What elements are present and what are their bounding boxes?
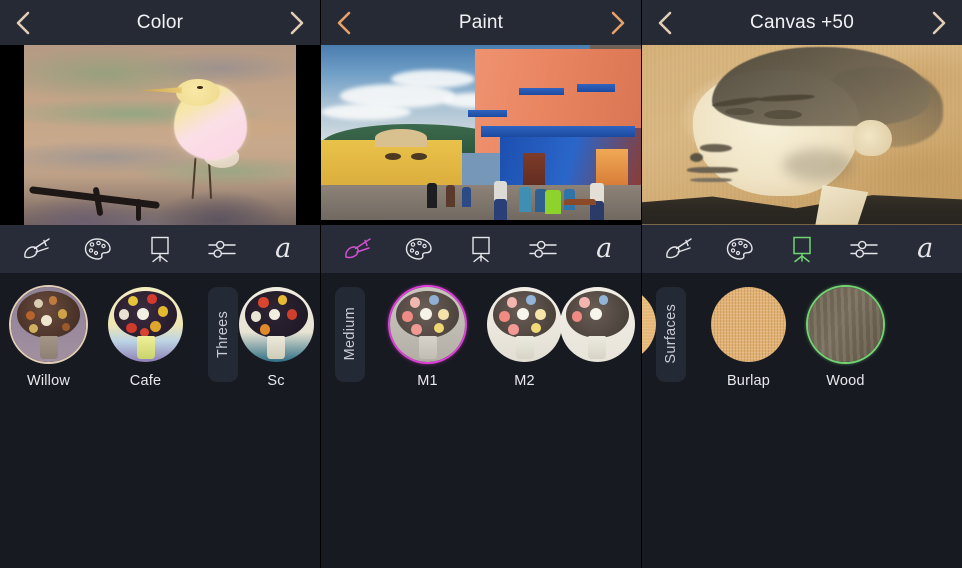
preset-thumb-wood[interactable]: [806, 284, 885, 364]
chevron-left-icon: [658, 11, 672, 34]
tool-adjust-canvas[interactable]: [841, 229, 887, 269]
preset-label-wood: Wood: [826, 372, 865, 389]
preset-thumb-cafe[interactable]: [106, 285, 185, 364]
easel-icon: [472, 236, 490, 262]
next-button-paint[interactable]: [595, 0, 641, 45]
preset-thumb-m1[interactable]: [388, 284, 467, 364]
preset-label-burlap: Burlap: [726, 372, 771, 389]
preset-item-m1[interactable]: M1: [379, 284, 476, 389]
next-button-canvas[interactable]: [916, 0, 962, 45]
separator-label-medium: Medium: [342, 307, 358, 361]
chevron-right-icon: [290, 11, 304, 34]
chevron-right-icon: [611, 11, 625, 34]
panel-paint-title: Paint: [458, 11, 504, 33]
preset-thumb-m2[interactable]: [485, 285, 564, 364]
tool-adjust-paint[interactable]: [520, 229, 566, 269]
preset-thumb-willow[interactable]: [9, 284, 88, 364]
panel-color-header: Color: [0, 0, 320, 45]
panel-color-title: Color: [136, 11, 184, 33]
easel-icon: [151, 236, 169, 262]
palette-icon: [85, 237, 112, 260]
sliders-icon: [849, 240, 878, 258]
panel-canvas-strip[interactable]: Surfaces Burlap Wood: [642, 272, 962, 568]
tool-canvas-paint[interactable]: [458, 229, 504, 269]
prev-button-paint[interactable]: [321, 0, 367, 45]
chevron-left-icon: [16, 11, 30, 34]
tool-text-paint[interactable]: a: [581, 229, 627, 269]
panel-paint-strip[interactable]: Medium M1 M2: [321, 272, 641, 568]
artwork-pastel-bird[interactable]: [0, 45, 320, 225]
tool-adjust-color[interactable]: [199, 229, 245, 269]
sliders-icon: [528, 240, 557, 258]
preset-label-sc: Sc: [267, 372, 285, 389]
tool-text-canvas[interactable]: a: [902, 229, 948, 269]
panel-canvas-header: Canvas +50: [642, 0, 962, 45]
preset-item-m3[interactable]: [559, 285, 635, 373]
chevron-right-icon: [932, 11, 946, 34]
tool-brush-paint[interactable]: [335, 229, 381, 269]
tool-canvas-color[interactable]: [137, 229, 183, 269]
panel-paint-toolbar: a: [321, 224, 641, 273]
artwork-colonial-street[interactable]: [321, 45, 641, 225]
preset-label-cafe: Cafe: [129, 372, 162, 389]
panel-color: Color a Willow Cafe Threes Sc: [0, 0, 321, 568]
panel-color-toolbar: a: [0, 224, 320, 273]
artwork-sepia-portrait[interactable]: [642, 45, 962, 225]
preset-item-m2[interactable]: M2: [476, 285, 573, 389]
panel-paint: Paint a Medium M1 M2: [321, 0, 642, 568]
palette-icon: [406, 237, 433, 260]
panel-canvas-toolbar: a: [642, 224, 962, 273]
chevron-left-icon: [337, 11, 351, 34]
preset-label-m2: M2: [514, 372, 535, 389]
preset-separator-medium: Medium: [321, 285, 379, 382]
tool-brush-canvas[interactable]: [656, 229, 702, 269]
tool-brush-color[interactable]: [14, 229, 60, 269]
preset-thumb-canvas-partial[interactable]: [642, 285, 658, 364]
brush-icon: [23, 237, 50, 258]
panel-canvas-title: Canvas +50: [750, 11, 854, 33]
tool-palette-color[interactable]: [75, 229, 121, 269]
preset-item-sc[interactable]: Sc: [238, 285, 314, 389]
text-a-icon: a: [917, 233, 934, 264]
preset-item-burlap[interactable]: Burlap: [700, 285, 797, 389]
preset-thumb-burlap[interactable]: [709, 285, 788, 364]
tool-palette-canvas[interactable]: [717, 229, 763, 269]
preset-thumb-sc[interactable]: [237, 285, 316, 364]
tool-text-color[interactable]: a: [260, 229, 306, 269]
three-panel-comparison: Color a Willow Cafe Threes Sc Paint a Me…: [0, 0, 962, 568]
preset-item-willow[interactable]: Willow: [0, 284, 97, 389]
tool-palette-paint[interactable]: [396, 229, 442, 269]
easel-icon: [793, 236, 811, 262]
tool-canvas-canvas[interactable]: [779, 229, 825, 269]
text-a-icon: a: [275, 233, 292, 264]
preset-label-willow: Willow: [26, 372, 71, 389]
prev-button-canvas[interactable]: [642, 0, 688, 45]
separator-label-surfaces: Surfaces: [663, 304, 679, 364]
sliders-icon: [207, 240, 236, 258]
brush-icon: [344, 237, 371, 258]
preset-thumb-m3[interactable]: [558, 285, 637, 364]
panel-paint-header: Paint: [321, 0, 641, 45]
prev-button-color[interactable]: [0, 0, 46, 45]
text-a-icon: a: [596, 233, 613, 264]
brush-icon: [665, 237, 692, 258]
palette-icon: [727, 237, 754, 260]
separator-label-threes: Threes: [215, 310, 231, 358]
panel-canvas: Canvas +50 a Surfaces Burlap Wood: [642, 0, 962, 568]
preset-item-cafe[interactable]: Cafe: [97, 285, 194, 389]
preset-label-m1: M1: [417, 372, 438, 389]
preset-item-wood[interactable]: Wood: [797, 284, 894, 389]
panel-color-strip[interactable]: Willow Cafe Threes Sc: [0, 272, 320, 568]
next-button-color[interactable]: [274, 0, 320, 45]
